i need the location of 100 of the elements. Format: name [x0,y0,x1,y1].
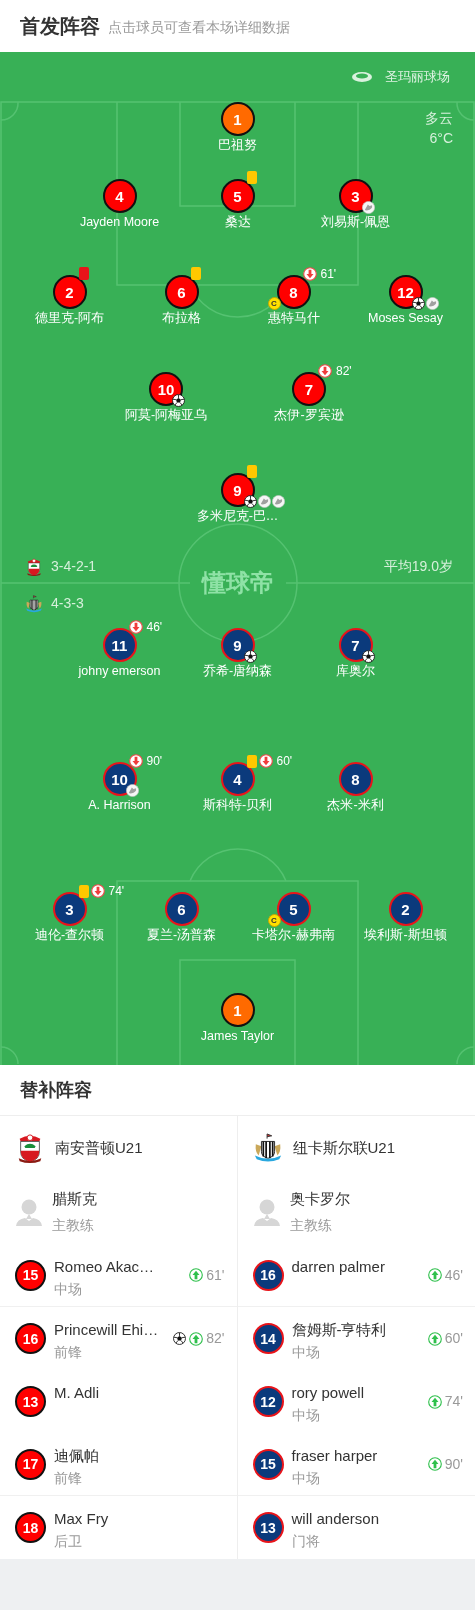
player-marker[interactable]: 16 [15,1323,46,1354]
coach-name[interactable]: 奥卡罗尔 [289,1188,350,1210]
player-marker[interactable]: 5 [276,892,311,926]
section-title: 替补阵容 [20,1078,92,1102]
stadium-name: 圣玛丽球场 [385,68,450,87]
player-name[interactable]: 埃利斯-斯坦顿 [364,928,447,943]
player-name[interactable]: 库奥尔 [336,664,375,679]
player-name[interactable]: 杰米-米利 [327,798,384,813]
substitution-minute: 46' [146,621,163,633]
player-marker[interactable]: 18 [15,1512,46,1543]
substitution-minute: 82' [206,1329,225,1348]
player-name[interactable]: rory powell [291,1383,365,1403]
soccer-ball-icon [361,650,375,663]
player-marker[interactable]: 8 [338,762,373,796]
boot-icon [271,495,285,508]
player-name[interactable]: 刘易斯-佩恩 [320,215,391,230]
player-position: 中场 [291,1469,321,1488]
player-name[interactable]: 詹姆斯-亨特利 [291,1320,387,1340]
boot-icon [125,784,139,797]
player-position: 后卫 [54,1532,83,1551]
player-marker[interactable]: 10 [149,372,183,406]
player-name[interactable]: 杰伊-罗宾逊 [274,408,344,423]
player-name[interactable]: 迪伦-查尔顿 [34,928,105,943]
weather-text: 多云 [425,109,453,128]
player-name[interactable]: 多米尼克-巴… [196,509,279,524]
soccer-ball-icon [172,394,185,407]
section-subtitle: 点击球员可查看本场详细数据 [108,17,290,37]
player-marker[interactable]: 12 [252,1386,284,1417]
player-name[interactable]: 乔希-唐纳森 [202,664,273,679]
player-name[interactable]: 惠特马什 [267,311,320,326]
player-name[interactable]: will anderson [291,1509,380,1529]
player-marker[interactable]: 5 [220,179,255,213]
player-marker[interactable]: 17 [15,1448,46,1480]
player-name[interactable]: johny emerson [78,664,161,679]
player-marker[interactable]: 15 [252,1448,284,1480]
captain-badge: C [267,914,281,927]
player-name[interactable]: 巴祖努 [218,138,257,153]
coach-role: 主教练 [289,1216,333,1235]
player-marker[interactable]: 9 [220,628,255,662]
stadium-icon [351,71,373,83]
boot-icon [425,297,439,310]
temperature-text: 6°C [429,129,453,148]
player-name[interactable]: 阿莫-阿梅亚乌 [124,408,208,423]
player-name[interactable]: fraser harper [291,1446,378,1466]
corner-arc [0,101,19,121]
substitution-minute: 61' [206,1265,225,1285]
player-marker[interactable]: 2 [52,275,87,309]
player-name[interactable]: 夏兰-汤普森 [146,928,217,943]
player-marker[interactable]: 2 [388,892,423,926]
substitution-minute: 74' [108,885,125,897]
player-marker[interactable]: 6 [164,275,199,309]
player-marker[interactable]: 13 [252,1512,284,1543]
team-name: 南安普顿U21 [55,1137,143,1158]
player-position: 门将 [291,1532,321,1551]
player-marker[interactable]: 4 [220,762,255,796]
person-icon [15,1197,43,1227]
player-name[interactable]: 德里克-阿布 [34,311,105,326]
substitution-minute: 82' [336,365,352,377]
player-name[interactable]: Max Fry [54,1509,109,1529]
player-marker[interactable]: 3 [338,179,373,213]
player-marker[interactable]: 14 [252,1323,284,1354]
player-marker[interactable]: 1 [220,993,255,1027]
player-marker[interactable]: 13 [15,1386,46,1417]
player-name[interactable]: Moses Sesay [368,311,443,326]
player-name[interactable]: 迪佩帕 [54,1446,99,1466]
shield-crest-icon [252,1133,283,1163]
player-marker[interactable]: 15 [15,1259,46,1291]
player-name[interactable]: A. Harrison [88,798,151,813]
player-position: 中场 [291,1406,321,1425]
section-title: 首发阵容 [20,14,100,39]
player-name[interactable]: Princewill Ehi… [54,1320,159,1340]
pitch-logo-text: 懂球帝 [200,568,275,598]
player-marker[interactable]: 7 [292,372,326,406]
team-name: 纽卡斯尔联U21 [292,1137,396,1158]
coach-name[interactable]: 腊斯克 [52,1188,97,1210]
captain-badge: C [267,297,281,310]
player-name[interactable]: Romeo Akac… [54,1257,155,1277]
player-marker[interactable]: 16 [252,1259,284,1291]
player-marker[interactable]: 6 [164,892,199,926]
player-name[interactable]: Jayden Moore [79,215,160,230]
player-name[interactable]: 斯科特-贝利 [202,798,273,813]
player-marker[interactable]: 7 [338,628,373,662]
substitution-minute: 61' [320,268,337,280]
player-marker[interactable]: 1 [220,102,255,136]
player-marker[interactable]: 4 [102,179,137,213]
coach-role: 主教练 [52,1216,95,1235]
substitution-minute: 46' [444,1265,463,1285]
player-position: 前锋 [54,1343,83,1362]
player-marker[interactable]: 3 [52,892,87,926]
substitution-minute: 60' [444,1329,463,1348]
shield-crest-icon [25,557,43,576]
player-name[interactable]: darren palmer [291,1257,385,1277]
player-marker[interactable]: 11 [102,628,137,662]
player-name[interactable]: James Taylor [200,1029,275,1044]
player-marker[interactable]: 12 [388,275,423,309]
player-name[interactable]: 卡塔尔-赫弗南 [252,928,335,943]
player-name[interactable]: M. Adli [54,1383,99,1403]
player-name[interactable]: 布拉格 [162,311,201,326]
player-name[interactable]: 桑达 [224,215,251,230]
player-marker[interactable]: 8 [276,275,311,309]
